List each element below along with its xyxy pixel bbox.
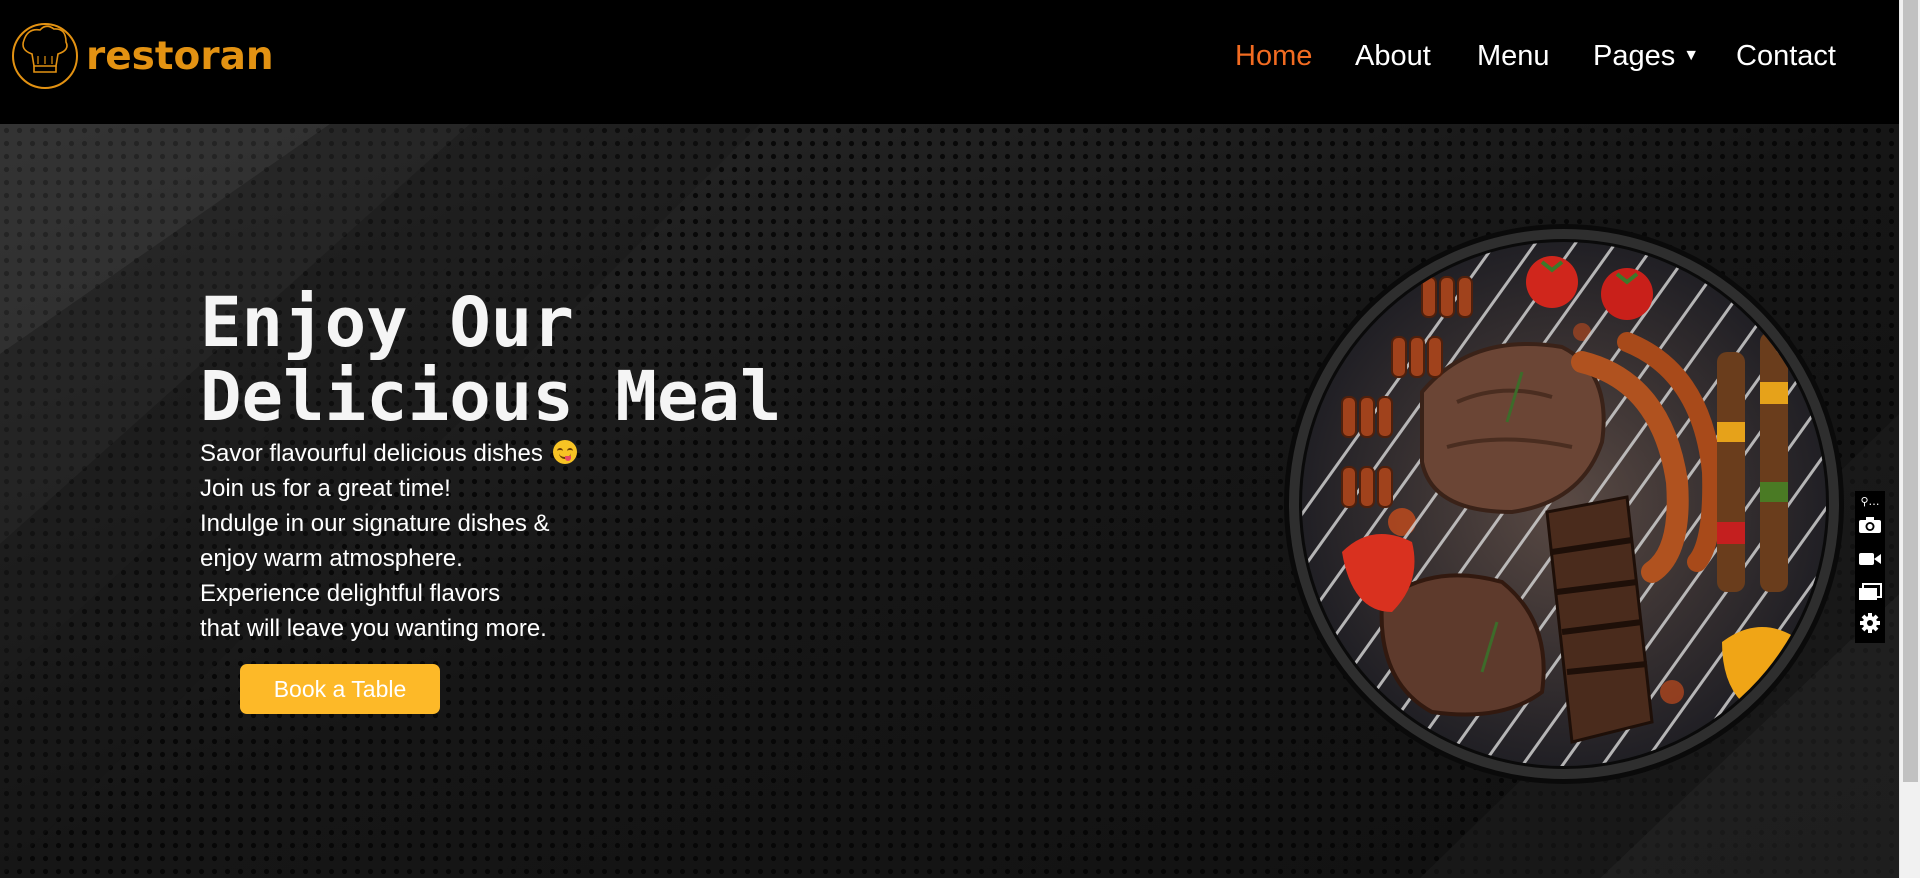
hero-line-5: Experience delightful flavors (200, 580, 501, 607)
hero-title-line-2: Delicious Meal (200, 357, 782, 437)
nav-pages-label: Pages (1593, 40, 1676, 72)
gear-icon[interactable] (1857, 612, 1883, 634)
main-nav: Home About Menu Pages ▼ Contact (0, 36, 1899, 76)
book-a-table-button[interactable]: Book a Table (240, 664, 440, 714)
nav-home-link[interactable]: Home (1235, 36, 1312, 76)
page-scrollbar[interactable] (1899, 0, 1920, 878)
hero-line-1: Savor flavourful delicious dishes (200, 436, 577, 471)
link-more-icon[interactable]: ⚲… (1857, 494, 1883, 508)
windows-icon[interactable] (1857, 581, 1883, 603)
hero-title: Enjoy Our Delicious Meal (200, 286, 782, 434)
savoring-food-face-emoji-icon (552, 440, 577, 464)
nav-about-link[interactable]: About (1355, 36, 1431, 76)
hero-line-3: Indulge in our signature dishes & (200, 510, 550, 537)
hero-line-4: enjoy warm atmosphere. (200, 545, 463, 572)
nav-contact-link[interactable]: Contact (1736, 36, 1836, 76)
hero-line-6: that will leave you wanting more. (200, 615, 547, 642)
scrollbar-thumb[interactable] (1903, 0, 1918, 782)
navbar: restoran Home About Menu Pages ▼ Contact (0, 0, 1899, 124)
nav-pages-dropdown[interactable]: Pages ▼ (1593, 36, 1699, 81)
caret-down-icon: ▼ (1683, 47, 1700, 64)
camera-icon[interactable] (1857, 514, 1883, 536)
nav-menu-link[interactable]: Menu (1477, 36, 1550, 76)
grill-with-meat-image (1284, 224, 1844, 784)
hero-section: Enjoy Our Delicious Meal Savor flavourfu… (0, 124, 1899, 878)
video-icon[interactable] (1857, 548, 1883, 570)
hero-description: Savor flavourful delicious dishes Join u… (200, 436, 577, 646)
hero-line-2: Join us for a great time! (200, 475, 451, 502)
side-toolbar: ⚲… (1855, 491, 1885, 643)
hero-title-line-1: Enjoy Our (200, 283, 574, 363)
